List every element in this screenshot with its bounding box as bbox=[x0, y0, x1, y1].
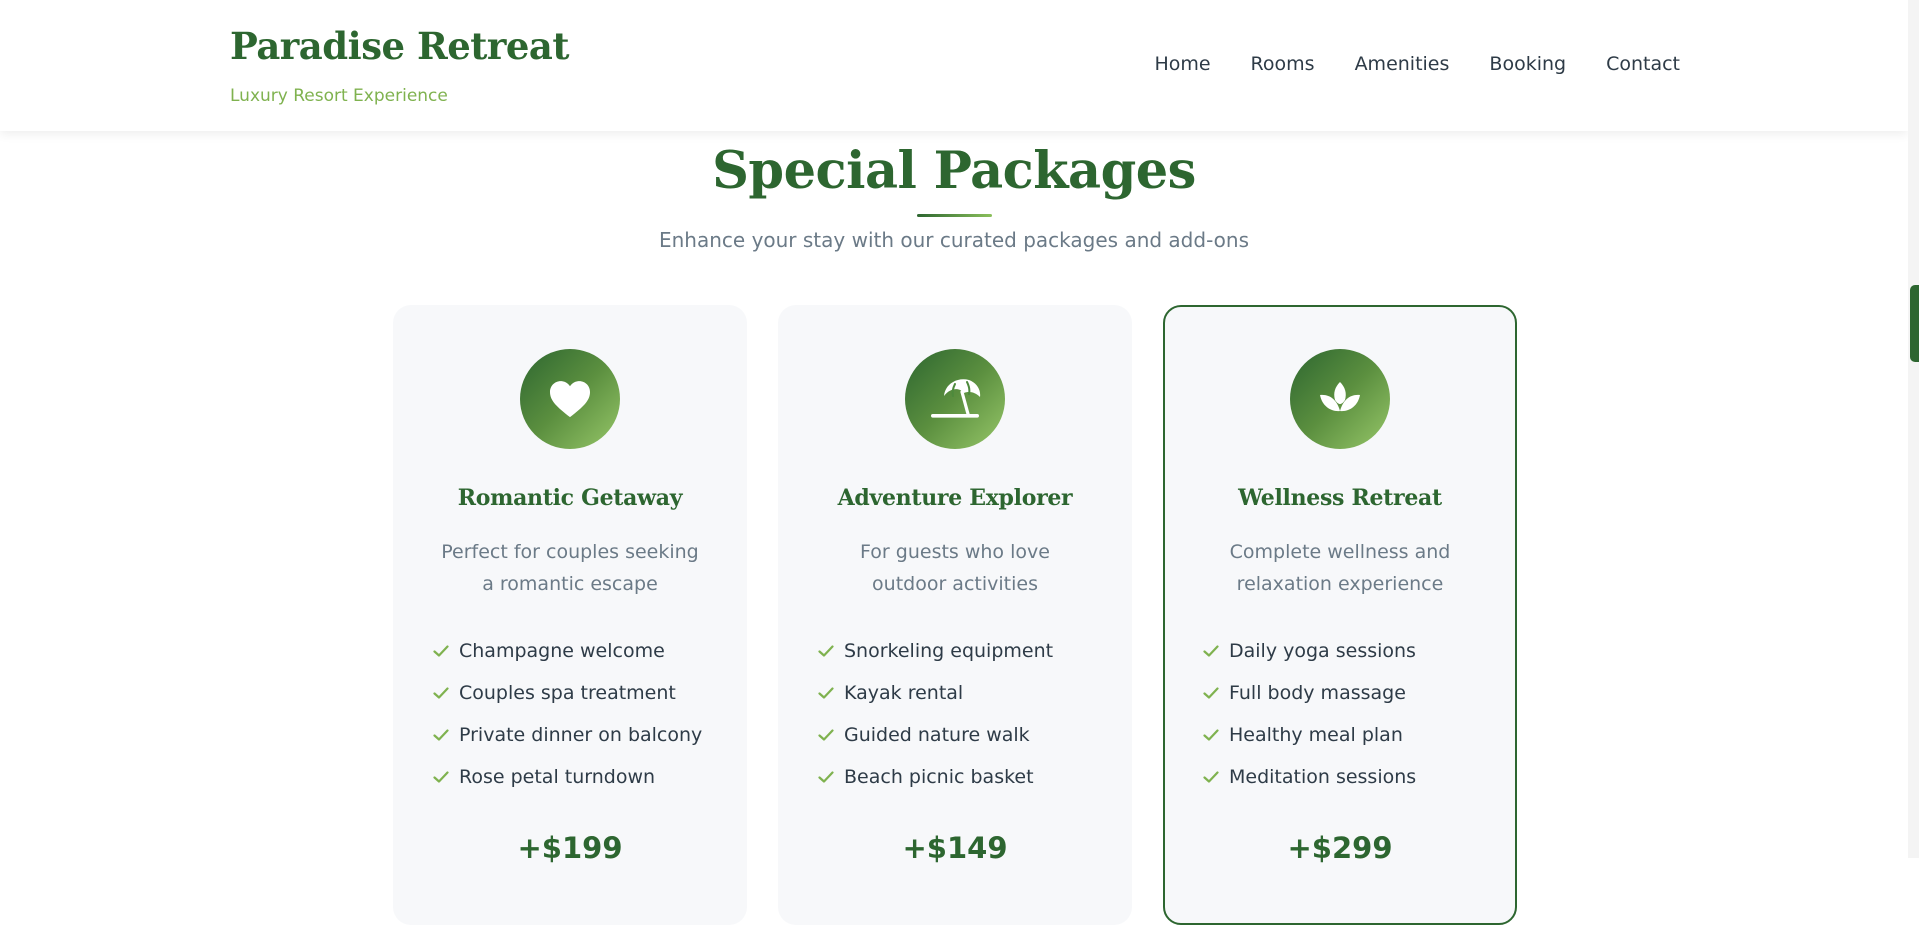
package-description: Perfect for couples seeking a romantic e… bbox=[441, 541, 699, 595]
check-icon bbox=[818, 729, 834, 741]
package-feature-label: Champagne welcome bbox=[459, 640, 665, 662]
package-feature: Rose petal turndown bbox=[433, 756, 702, 798]
check-icon bbox=[433, 645, 449, 657]
check-icon bbox=[433, 687, 449, 699]
package-feature-list: Champagne welcome Couples spa treatment … bbox=[433, 630, 702, 798]
package-feature: Couples spa treatment bbox=[433, 672, 702, 714]
brand-name[interactable]: Paradise Retreat bbox=[230, 22, 569, 70]
package-card-wellness-retreat[interactable]: Wellness Retreat Complete wellness and r… bbox=[1163, 305, 1517, 925]
package-feature: Snorkeling equipment bbox=[818, 630, 1053, 672]
check-icon bbox=[818, 645, 834, 657]
package-price: +$199 bbox=[517, 831, 623, 865]
main-nav: Home Rooms Amenities Booking Contact bbox=[1154, 50, 1680, 78]
package-feature: Champagne welcome bbox=[433, 630, 702, 672]
section-title: Special Packages bbox=[712, 141, 1196, 201]
package-feature-label: Couples spa treatment bbox=[459, 682, 676, 704]
package-feature-label: Guided nature walk bbox=[844, 724, 1030, 746]
package-feature: Guided nature walk bbox=[818, 714, 1053, 756]
package-feature: Healthy meal plan bbox=[1203, 714, 1416, 756]
nav-link-contact[interactable]: Contact bbox=[1606, 50, 1680, 78]
scrollbar-thumb[interactable] bbox=[1910, 285, 1919, 362]
package-feature-label: Beach picnic basket bbox=[844, 766, 1034, 788]
package-feature: Meditation sessions bbox=[1203, 756, 1416, 798]
package-feature-list: Daily yoga sessions Full body massage He… bbox=[1203, 630, 1416, 798]
package-feature-label: Full body massage bbox=[1229, 682, 1406, 704]
brand-tagline: Luxury Resort Experience bbox=[230, 86, 448, 106]
package-price: +$149 bbox=[902, 831, 1008, 865]
section-subtitle: Enhance your stay with our curated packa… bbox=[658, 228, 1249, 252]
package-feature: Daily yoga sessions bbox=[1203, 630, 1416, 672]
check-icon bbox=[433, 771, 449, 783]
package-feature-label: Healthy meal plan bbox=[1229, 724, 1403, 746]
package-price: +$299 bbox=[1287, 831, 1393, 865]
check-icon bbox=[1203, 645, 1219, 657]
package-feature: Private dinner on balcony bbox=[433, 714, 702, 756]
package-feature-label: Snorkeling equipment bbox=[844, 640, 1054, 662]
title-underline bbox=[917, 214, 992, 217]
check-icon bbox=[818, 687, 834, 699]
package-description: For guests who love outdoor activities bbox=[860, 541, 1050, 595]
package-feature-label: Daily yoga sessions bbox=[1229, 640, 1416, 662]
package-name: Wellness Retreat bbox=[1238, 485, 1442, 511]
package-card-romantic-getaway[interactable]: Romantic Getaway Perfect for couples see… bbox=[393, 305, 747, 925]
check-icon bbox=[1203, 687, 1219, 699]
package-feature: Kayak rental bbox=[818, 672, 1053, 714]
nav-link-rooms[interactable]: Rooms bbox=[1251, 50, 1315, 78]
beach-umbrella-icon bbox=[905, 349, 1005, 449]
check-icon bbox=[1203, 729, 1219, 741]
package-feature-label: Meditation sessions bbox=[1229, 766, 1417, 788]
site-header: Paradise Retreat Luxury Resort Experienc… bbox=[0, 0, 1908, 131]
check-icon bbox=[1203, 771, 1219, 783]
package-description: Complete wellness and relaxation experie… bbox=[1229, 541, 1451, 595]
check-icon bbox=[818, 771, 834, 783]
package-name: Adventure Explorer bbox=[837, 485, 1073, 511]
nav-link-home[interactable]: Home bbox=[1154, 50, 1210, 78]
package-feature: Beach picnic basket bbox=[818, 756, 1053, 798]
nav-link-booking[interactable]: Booking bbox=[1489, 50, 1566, 78]
check-icon bbox=[433, 729, 449, 741]
lotus-icon bbox=[1290, 349, 1390, 449]
package-feature: Full body massage bbox=[1203, 672, 1416, 714]
package-feature-label: Kayak rental bbox=[844, 682, 964, 704]
package-name: Romantic Getaway bbox=[457, 485, 683, 511]
nav-link-amenities[interactable]: Amenities bbox=[1355, 50, 1450, 78]
package-card-adventure-explorer[interactable]: Adventure Explorer For guests who love o… bbox=[778, 305, 1132, 925]
package-feature-list: Snorkeling equipment Kayak rental Guided… bbox=[818, 630, 1053, 798]
heart-icon bbox=[520, 349, 620, 449]
package-feature-label: Private dinner on balcony bbox=[459, 724, 703, 746]
scrollbar-track[interactable] bbox=[1908, 0, 1919, 858]
package-feature-label: Rose petal turndown bbox=[459, 766, 656, 788]
